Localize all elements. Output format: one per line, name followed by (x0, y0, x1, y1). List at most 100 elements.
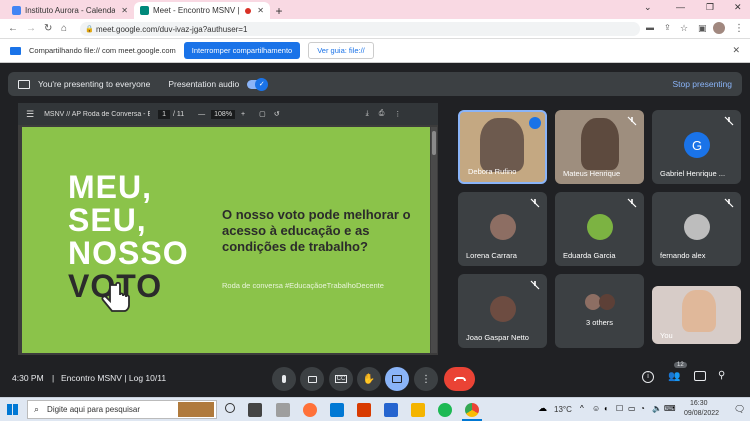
chrome-icon[interactable] (465, 403, 479, 417)
tray-chevron-icon[interactable]: ^ (580, 404, 584, 413)
people-count-badge: 12 (674, 362, 687, 368)
spotify-icon[interactable] (438, 403, 452, 417)
rotate-icon[interactable]: ↺ (274, 110, 280, 118)
presentation-audio-toggle[interactable]: ✓ (247, 77, 269, 91)
battery-icon[interactable]: ▭ (628, 404, 636, 413)
tray-icon[interactable]: ☺ (592, 404, 600, 413)
check-icon: ✓ (255, 77, 269, 91)
star-icon[interactable]: ☆ (680, 23, 688, 34)
tab-meet[interactable]: Meet - Encontro MSNV | Log ✕ (134, 2, 270, 19)
meeting-time: 4:30 PM (12, 373, 44, 383)
menu-icon[interactable]: ⋮ (734, 23, 744, 34)
participant-tile-joao[interactable]: Joao Gaspar Netto (458, 274, 547, 348)
tab-calendar[interactable]: Instituto Aurora - Calendar - We ✕ (6, 2, 134, 19)
weather-icon[interactable]: ☁ (538, 403, 547, 414)
speaking-indicator-icon (529, 117, 541, 129)
sidepanel-icon[interactable]: ▣ (698, 23, 707, 34)
home-icon[interactable]: ⌂ (61, 23, 67, 34)
files-icon[interactable] (411, 403, 425, 417)
close-icon[interactable]: ✕ (121, 6, 128, 15)
participant-tile-fernando[interactable]: fernando alex (652, 192, 741, 266)
pdf-scrollbar[interactable] (431, 127, 437, 353)
page-input[interactable]: 1 (158, 109, 170, 119)
participant-tile-you[interactable]: You (652, 286, 741, 344)
volume-icon[interactable]: 🔈 (652, 404, 662, 413)
chat-icon[interactable] (694, 371, 706, 381)
people-icon[interactable]: 👥 (668, 371, 680, 382)
share-screen-icon (10, 46, 21, 55)
search-placeholder: Digite aqui para pesquisar (47, 405, 140, 414)
window-close-icon[interactable]: ✕ (734, 2, 742, 13)
tab-search-icon[interactable]: ⌄ (644, 2, 652, 13)
todo-icon[interactable] (384, 403, 398, 417)
avatar (490, 296, 516, 322)
store-icon[interactable] (330, 403, 344, 417)
sharing-message: Compartilhando file:// com meet.google.c… (29, 46, 176, 55)
wifi-icon[interactable]: ◔ (640, 404, 645, 413)
zoom-out-icon[interactable]: — (198, 111, 205, 118)
app-icon[interactable] (276, 403, 290, 417)
others-count: 3 others (585, 318, 614, 327)
participant-video (682, 290, 716, 332)
clock-date[interactable]: 09/08/2022 (684, 410, 719, 417)
language-icon[interactable]: ⌨ (664, 404, 676, 413)
avatar[interactable] (713, 22, 725, 34)
leave-call-button[interactable] (444, 367, 475, 391)
participant-tile-eduarda[interactable]: Eduarda Garcia (555, 192, 644, 266)
menu-icon[interactable]: ☰ (26, 109, 34, 120)
windows-taskbar: ⌕ Digite aqui para pesquisar ☁ 13°C ^ ☺ … (0, 397, 750, 421)
stop-sharing-button[interactable]: Interromper compartilhamento (183, 42, 301, 59)
fit-page-icon[interactable]: ▢ (259, 110, 266, 118)
close-icon[interactable]: ✕ (257, 6, 264, 15)
meet-icon (140, 6, 149, 15)
tray-icon[interactable]: ◐ (604, 404, 609, 413)
office-icon[interactable] (357, 403, 371, 417)
tab-label: Instituto Aurora - Calendar - We (25, 6, 116, 15)
avatar (599, 294, 615, 310)
widgets-icon[interactable] (248, 403, 262, 417)
share-icon[interactable]: ⇪ (664, 23, 671, 32)
mic-off-icon (627, 198, 637, 208)
participant-video (581, 118, 619, 170)
search-icon: ⌕ (34, 404, 40, 414)
stop-presenting-button[interactable]: Stop presenting (672, 79, 732, 89)
zoom-level[interactable]: 108% (211, 109, 236, 119)
task-view-icon[interactable] (225, 403, 235, 413)
info-icon[interactable]: i (642, 371, 654, 383)
participant-tile-lorena[interactable]: Lorena Carrara (458, 192, 547, 266)
participant-tile-mateus[interactable]: Mateus Henrique (555, 110, 644, 184)
participant-name: fernando alex (660, 251, 706, 260)
minimize-icon[interactable]: — (676, 2, 685, 12)
new-tab-button[interactable]: + (270, 2, 288, 19)
camera-button[interactable] (300, 367, 324, 391)
clock-time[interactable]: 16:30 (690, 400, 708, 407)
firefox-icon[interactable] (303, 403, 317, 417)
raise-hand-button[interactable]: ✋ (357, 367, 381, 391)
sharing-infobar: Compartilhando file:// com meet.google.c… (0, 39, 750, 63)
page-total: / 11 (172, 110, 185, 118)
more-icon[interactable]: ⋮ (394, 110, 401, 118)
print-icon[interactable]: ⎙ (379, 110, 385, 118)
notifications-icon[interactable]: 🗨 (734, 404, 745, 415)
forward-icon[interactable]: → (26, 23, 36, 34)
participant-tile-others[interactable]: 3 others (555, 274, 644, 348)
captions-button[interactable]: CC (329, 367, 353, 391)
camera-icon[interactable]: ▬ (646, 23, 654, 32)
reload-icon[interactable]: ↻ (44, 23, 52, 34)
microphone-button[interactable] (272, 367, 296, 391)
participant-tile-gabriel[interactable]: G Gabriel Henrique ... (652, 110, 741, 184)
search-highlight-image (178, 402, 214, 417)
view-tab-button[interactable]: Ver guia: file:// (308, 42, 374, 59)
back-icon[interactable]: ← (8, 23, 18, 34)
download-icon[interactable]: ⤓ (366, 110, 369, 118)
close-icon[interactable]: ✕ (732, 45, 740, 56)
windows-start-icon[interactable] (7, 404, 18, 415)
activities-icon[interactable]: ⚲ (718, 370, 725, 381)
restore-icon[interactable]: ❐ (706, 2, 714, 13)
present-button[interactable] (385, 367, 409, 391)
zoom-in-icon[interactable]: + (241, 111, 245, 118)
participant-tile-debora[interactable]: Debora Rufino (458, 110, 547, 184)
more-options-button[interactable]: ⋮ (414, 367, 438, 391)
tray-icon[interactable]: ☐ (616, 404, 623, 413)
url-input[interactable]: 🔒 meet.google.com/duv-ivaz-jga?authuser=… (80, 22, 640, 36)
